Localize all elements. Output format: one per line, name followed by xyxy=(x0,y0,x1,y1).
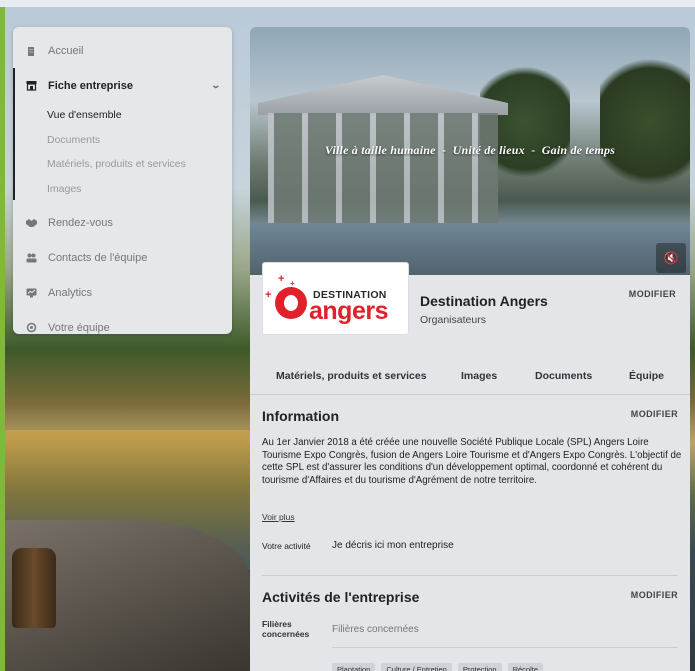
company-profile-card: Ville à taille humaine - Unité de lieux … xyxy=(250,27,690,671)
banner-kiosk-roof xyxy=(258,75,508,115)
store-icon xyxy=(25,80,37,92)
sidebar-item-contacts[interactable]: Contacts de l'équipe xyxy=(13,240,232,275)
sidebar-item-label: Contacts de l'équipe xyxy=(48,251,148,264)
chevron-down-icon[interactable]: ⌄ xyxy=(211,80,222,91)
chart-icon xyxy=(25,287,37,299)
activity-chip[interactable]: Plantation xyxy=(332,663,376,671)
see-more-link[interactable]: Voir plus xyxy=(262,512,295,522)
sidebar-subitem-documents[interactable]: Documents xyxy=(13,128,232,153)
sidebar-subitem-images[interactable]: Images xyxy=(13,177,232,202)
activity-label: Votre activité xyxy=(262,541,311,551)
profile-tabs: Matériels, produits et services Images D… xyxy=(250,357,690,395)
top-bar xyxy=(0,0,695,7)
modify-activities-button[interactable]: MODIFIER xyxy=(631,590,678,600)
section-divider xyxy=(262,575,678,576)
company-name: Destination Angers xyxy=(420,293,548,309)
activity-chip[interactable]: Récolte xyxy=(507,663,544,671)
sidebar-item-analytics[interactable]: Analytics xyxy=(13,275,232,310)
people-icon xyxy=(25,252,37,264)
banner-video[interactable]: Ville à taille humaine - Unité de lieux … xyxy=(250,27,690,275)
background-mooring-post xyxy=(12,548,56,628)
sidebar-item-label: Accueil xyxy=(48,44,84,57)
sidebar-item-label: Votre équipe xyxy=(48,321,110,334)
tab-images[interactable]: Images xyxy=(461,370,497,382)
filieres-divider xyxy=(332,647,678,648)
logo-wordmark-bottom: angers xyxy=(309,297,388,325)
sidebar: Accueil Fiche entreprise ⌄ Vue d'ensembl… xyxy=(13,27,232,334)
banner-tagline: Ville à taille humaine - Unité de lieux … xyxy=(324,143,616,157)
speaker-muted-icon: 🔇 xyxy=(663,251,679,265)
mute-button[interactable]: 🔇 xyxy=(656,243,686,273)
information-text: Au 1er Janvier 2018 a été créée une nouv… xyxy=(262,437,682,486)
modify-information-button[interactable]: MODIFIER xyxy=(631,409,678,419)
tab-documents[interactable]: Documents xyxy=(535,370,592,382)
filieres-input[interactable]: Filières concernées xyxy=(332,624,419,635)
information-title: Information xyxy=(262,408,339,424)
sidebar-item-rendez-vous[interactable]: Rendez-vous xyxy=(13,205,232,240)
activity-chip[interactable]: Culture / Entretien xyxy=(381,663,452,671)
banner-trees xyxy=(600,47,690,197)
banner-kiosk xyxy=(268,113,498,223)
sidebar-item-fiche-entreprise[interactable]: Fiche entreprise ⌄ xyxy=(13,68,232,200)
company-category: Organisateurs xyxy=(420,314,486,326)
activity-chips: Plantation Culture / Entretien Protectio… xyxy=(332,663,544,671)
activity-chip[interactable]: Protection xyxy=(457,663,502,671)
sidebar-item-label: Analytics xyxy=(48,286,93,299)
tab-equipe[interactable]: Équipe xyxy=(629,370,664,382)
building-icon xyxy=(25,45,37,57)
sidebar-item-label: Rendez-vous xyxy=(48,216,113,229)
logo-plus-icon: + xyxy=(265,289,272,301)
activities-title: Activités de l'entreprise xyxy=(262,589,420,605)
logo-a-mark xyxy=(275,287,307,319)
sidebar-item-votre-equipe[interactable]: Votre équipe xyxy=(13,310,232,345)
logo-plus-icon: + xyxy=(278,273,285,285)
sidebar-item-accueil[interactable]: Accueil xyxy=(13,33,232,68)
sidebar-subitem-vue-ensemble[interactable]: Vue d'ensemble xyxy=(13,103,232,128)
modify-profile-button[interactable]: MODIFIER xyxy=(629,289,676,299)
handshake-icon xyxy=(25,217,37,229)
sidebar-item-label: Fiche entreprise xyxy=(48,79,133,92)
tab-materiels[interactable]: Matériels, produits et services xyxy=(276,370,427,382)
activity-value: Je décris ici mon entreprise xyxy=(332,540,454,551)
filieres-label: Filières concernées xyxy=(262,619,310,639)
sidebar-subitem-materiels[interactable]: Matériels, produits et services xyxy=(13,152,232,177)
company-logo: + + + DESTINATION angers xyxy=(262,262,409,335)
gear-icon xyxy=(25,322,37,334)
left-accent-strip xyxy=(0,0,5,671)
